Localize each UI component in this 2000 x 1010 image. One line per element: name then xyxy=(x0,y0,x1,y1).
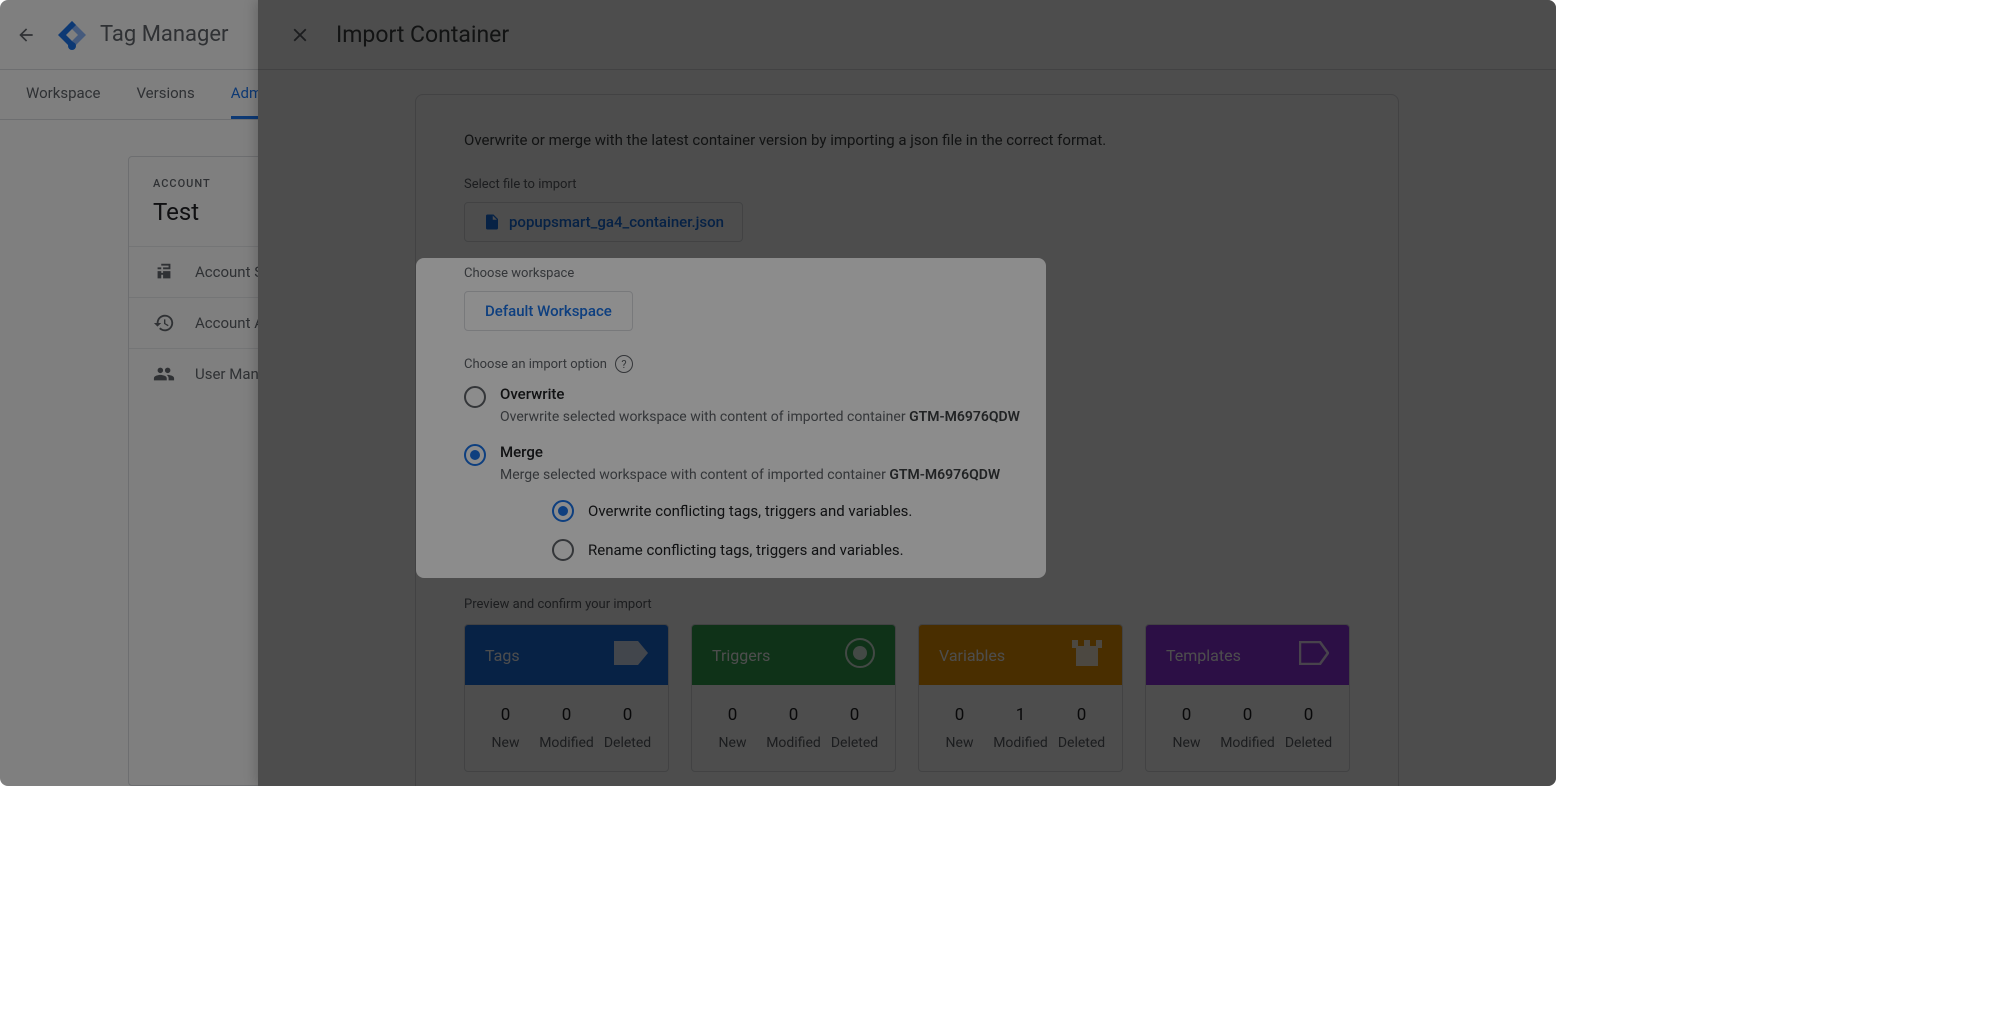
preview-stats: 0 New 1 Modified 0 Deleted xyxy=(919,685,1122,771)
stat-new-label: New xyxy=(475,735,536,751)
preview-card-header: Variables xyxy=(919,625,1122,685)
file-icon xyxy=(483,213,501,231)
preview-card-tags: Tags 0New 0Modified 0Deleted xyxy=(464,624,669,772)
radio-overwrite-control[interactable] xyxy=(464,386,486,408)
stat-deleted-value: 0 xyxy=(1051,705,1112,725)
intro-text: Overwrite or merge with the latest conta… xyxy=(464,131,1350,149)
stat-new-label: New xyxy=(702,735,763,751)
radio-overwrite-desc: Overwrite selected workspace with conten… xyxy=(500,409,1350,425)
form-card: Overwrite or merge with the latest conta… xyxy=(415,94,1399,786)
radio-merge-title: Merge xyxy=(500,443,1350,461)
radio-merge-desc: Merge selected workspace with content of… xyxy=(500,467,1350,483)
stat-new-label: New xyxy=(929,735,990,751)
choose-option-label: Choose an import option xyxy=(464,357,607,372)
stat-modified-value: 0 xyxy=(763,705,824,725)
preview-row: Tags 0New 0Modified 0Deleted Triggers 0N… xyxy=(464,624,1350,772)
radio-merge-control[interactable] xyxy=(464,444,486,466)
close-icon xyxy=(289,24,311,46)
triggers-icon xyxy=(845,638,875,672)
stat-modified-label: Modified xyxy=(536,735,597,751)
sub-radio-control[interactable] xyxy=(552,539,574,561)
choose-workspace-label: Choose workspace xyxy=(464,266,1350,281)
stat-modified-label: Modified xyxy=(990,735,1051,751)
preview-card-variables: Variables 0 New 1 Modified 0 Deleted xyxy=(918,624,1123,772)
help-icon[interactable]: ? xyxy=(615,355,633,373)
file-name: popupsmart_ga4_container.json xyxy=(509,213,724,231)
preview-card-title: Tags xyxy=(485,646,520,665)
stat-deleted-value: 0 xyxy=(824,705,885,725)
preview-stats: 0New 0Modified 0Deleted xyxy=(1146,685,1349,771)
stat-new-label: New xyxy=(1156,735,1217,751)
close-button[interactable] xyxy=(282,17,318,53)
workspace-button[interactable]: Default Workspace xyxy=(464,291,633,331)
stat-new-value: 0 xyxy=(475,705,536,725)
sub-radio-label: Overwrite conflicting tags, triggers and… xyxy=(588,502,912,520)
stat-modified-value: 0 xyxy=(1217,705,1278,725)
panel-title: Import Container xyxy=(336,21,509,48)
file-chip[interactable]: popupsmart_ga4_container.json xyxy=(464,202,743,242)
stat-modified-label: Modified xyxy=(1217,735,1278,751)
sub-radio-control[interactable] xyxy=(552,500,574,522)
preview-card-header: Templates xyxy=(1146,625,1349,685)
stat-modified-value: 0 xyxy=(536,705,597,725)
stat-deleted-label: Deleted xyxy=(1051,735,1112,751)
stat-deleted-value: 0 xyxy=(1278,705,1339,725)
stat-modified-label: Modified xyxy=(763,735,824,751)
tags-icon xyxy=(614,641,648,669)
variables-icon xyxy=(1072,640,1102,670)
preview-stats: 0New 0Modified 0Deleted xyxy=(692,685,895,771)
sub-radio-rename-conflicting[interactable]: Rename conflicting tags, triggers and va… xyxy=(552,538,1350,561)
sub-radio-overwrite-conflicting[interactable]: Overwrite conflicting tags, triggers and… xyxy=(552,499,1350,522)
preview-card-header: Triggers xyxy=(692,625,895,685)
import-panel: Import Container Overwrite or merge with… xyxy=(258,0,1556,786)
preview-card-triggers: Triggers 0New 0Modified 0Deleted xyxy=(691,624,896,772)
stat-deleted-value: 0 xyxy=(597,705,658,725)
radio-overwrite[interactable]: Overwrite Overwrite selected workspace w… xyxy=(464,385,1350,425)
preview-label: Preview and confirm your import xyxy=(464,597,1350,612)
stat-modified-value: 1 xyxy=(990,705,1051,725)
sub-radio-label: Rename conflicting tags, triggers and va… xyxy=(588,541,904,559)
preview-card-title: Triggers xyxy=(712,646,770,665)
stat-deleted-label: Deleted xyxy=(824,735,885,751)
preview-stats: 0New 0Modified 0Deleted xyxy=(465,685,668,771)
preview-card-header: Tags xyxy=(465,625,668,685)
preview-card-title: Templates xyxy=(1166,646,1241,665)
preview-card-templates: Templates 0New 0Modified 0Deleted xyxy=(1145,624,1350,772)
stat-new-value: 0 xyxy=(1156,705,1217,725)
radio-merge[interactable]: Merge Merge selected workspace with cont… xyxy=(464,443,1350,577)
stat-deleted-label: Deleted xyxy=(597,735,658,751)
stat-new-value: 0 xyxy=(929,705,990,725)
stat-new-value: 0 xyxy=(702,705,763,725)
stat-deleted-label: Deleted xyxy=(1278,735,1339,751)
templates-icon xyxy=(1299,641,1329,669)
radio-overwrite-title: Overwrite xyxy=(500,385,1350,403)
select-file-label: Select file to import xyxy=(464,177,1350,192)
preview-card-title: Variables xyxy=(939,646,1005,665)
